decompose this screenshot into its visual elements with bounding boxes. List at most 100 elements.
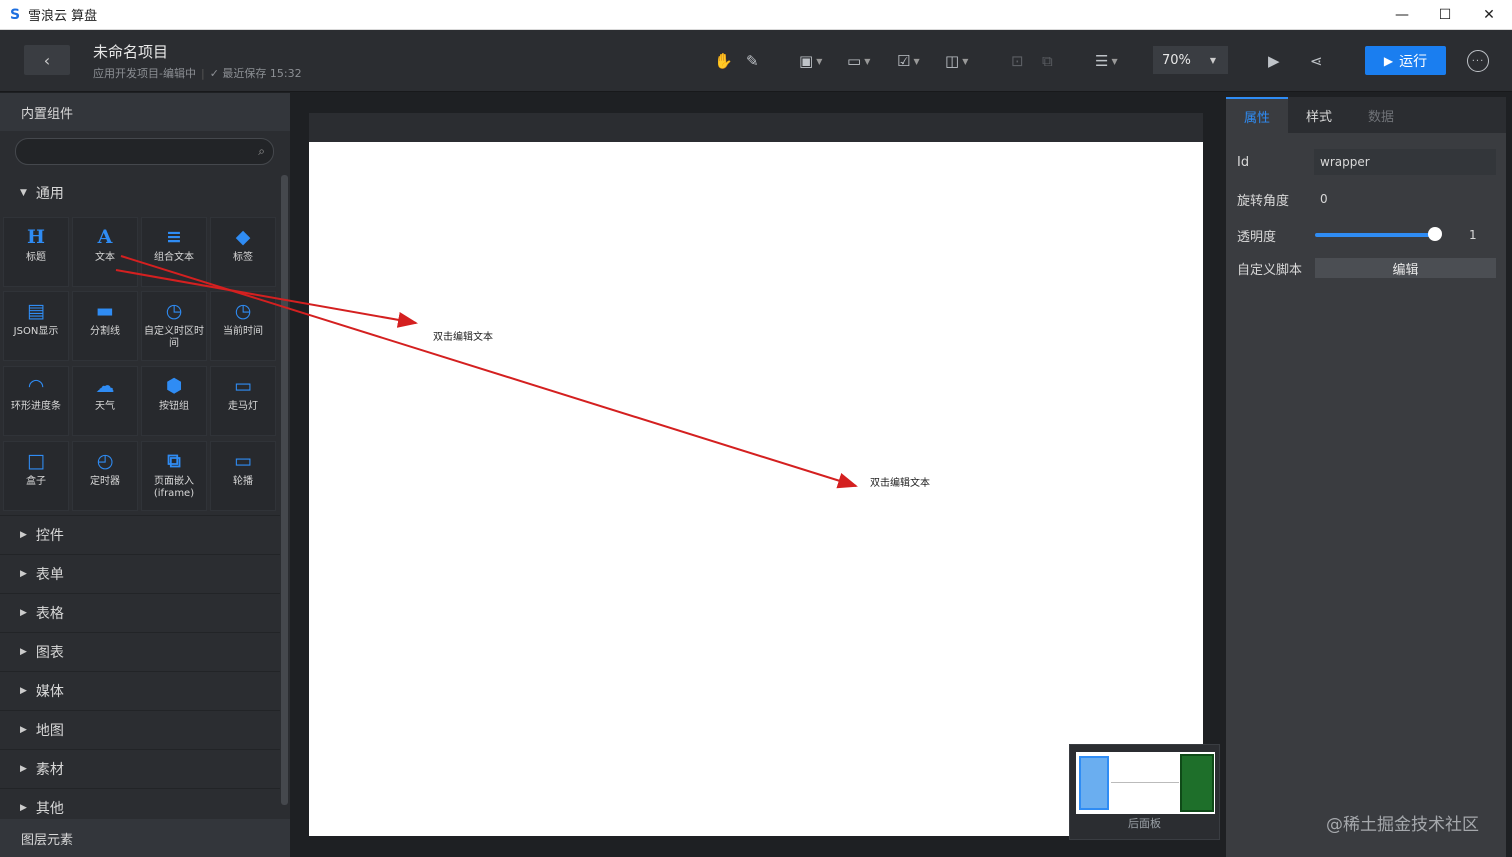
component-current-time[interactable]: ◷ 当前时间 [210, 291, 276, 361]
caret-right-icon: ▶ [20, 764, 27, 774]
prop-custom-script: 自定义脚本 编辑 [1226, 253, 1506, 283]
run-button[interactable]: ▶ 运行 [1365, 46, 1446, 75]
component-iframe[interactable]: ⧉ 页面嵌入(iframe) [141, 441, 207, 511]
project-name[interactable]: 未命名项目 [93, 41, 168, 62]
component-text[interactable]: A 文本 [72, 217, 138, 287]
category-label: 通用 [35, 186, 64, 202]
caret-down-icon: ▼ [1111, 56, 1118, 66]
project-status: 应用开发项目-编辑中 | ✓ 最近保存 15:32 [93, 67, 302, 80]
component-label: 组合文本 [154, 252, 194, 263]
category-form[interactable]: ▶ 表单 [0, 554, 280, 593]
more-options-icon[interactable]: ··· [1467, 50, 1489, 72]
component-carousel[interactable]: ▭ 轮播 [210, 441, 276, 511]
prop-rotation-label: 旋转角度 [1237, 193, 1290, 209]
component-label: 标题 [26, 252, 46, 263]
layout-tool-dropdown[interactable]: ◫ ▼ [945, 49, 968, 73]
hand-tool-button[interactable]: ✋ [714, 49, 733, 73]
caret-right-icon: ▶ [20, 647, 27, 657]
minimize-button[interactable]: — [1380, 0, 1424, 30]
component-button-group[interactable]: ⬢ 按钮组 [141, 366, 207, 436]
save-status: 最近保存 15:32 [222, 67, 302, 80]
component-weather[interactable]: ☁ 天气 [72, 366, 138, 436]
input-tool-dropdown[interactable]: ▭ ▼ [847, 49, 870, 73]
component-search-input[interactable] [16, 139, 241, 164]
panel-icon: ◫ [945, 52, 960, 70]
maximize-button[interactable]: ☐ [1423, 0, 1467, 30]
share-button[interactable]: ⋖ [1310, 49, 1323, 73]
clock-icon: ◷ [234, 300, 252, 322]
prop-id-input[interactable]: wrapper [1314, 149, 1496, 175]
caret-right-icon: ▶ [20, 569, 27, 579]
prop-id-label: Id [1237, 154, 1250, 170]
chevron-left-icon: ‹ [43, 50, 51, 70]
component-panel-scrollbar[interactable] [281, 175, 288, 805]
align-dropdown[interactable]: ☰ ▼ [1095, 49, 1118, 73]
component-timezone-time[interactable]: ◷ 自定义时区时间 [141, 291, 207, 361]
edit-script-button[interactable]: 编辑 [1315, 258, 1496, 278]
component-marquee[interactable]: ▭ 走马灯 [210, 366, 276, 436]
category-map[interactable]: ▶ 地图 [0, 710, 280, 749]
editor-stage: 双击编辑文本 双击编辑文本 后面板 [290, 93, 1222, 857]
play-icon: ▶ [1268, 52, 1280, 70]
zoom-value: 70% [1162, 52, 1191, 68]
component-panel-title: 内置组件 [0, 93, 290, 131]
component-title[interactable]: H 标题 [3, 217, 69, 287]
category-controls[interactable]: ▶ 控件 [0, 515, 280, 554]
component-panel: 内置组件 ⌕ ▼ 通用 H 标题 A 文本 ≡ 组合文本 ◆ 标签 ▤ JSON… [0, 93, 290, 857]
tab-style[interactable]: 样式 [1288, 97, 1350, 133]
close-button[interactable]: ✕ [1467, 0, 1511, 30]
component-label: 走马灯 [228, 401, 258, 412]
canvas-ruler [309, 113, 1203, 142]
category-general[interactable]: ▼ 通用 [0, 174, 280, 212]
text-tool-dropdown[interactable]: ▣ ▼ [799, 49, 822, 73]
iframe-icon: ⧉ [167, 450, 181, 472]
opacity-slider-handle[interactable] [1428, 227, 1442, 241]
group-button[interactable]: ⊡ [1011, 49, 1024, 73]
category-chart[interactable]: ▶ 图表 [0, 632, 280, 671]
layer-panel-title[interactable]: 图层元素 [0, 819, 290, 857]
tab-attributes[interactable]: 属性 [1226, 97, 1288, 133]
component-divider[interactable]: ▬ 分割线 [72, 291, 138, 361]
category-assets[interactable]: ▶ 素材 [0, 749, 280, 788]
zoom-select[interactable]: 70% ▼ [1153, 46, 1228, 74]
tab-data[interactable]: 数据 [1350, 97, 1412, 133]
prop-opacity: 透明度 1 [1226, 220, 1506, 250]
opacity-slider-track[interactable] [1315, 233, 1435, 237]
property-tabs: 属性 样式 数据 [1226, 97, 1506, 133]
component-label: 定时器 [90, 476, 120, 487]
canvas-text-2[interactable]: 双击编辑文本 [870, 474, 930, 489]
ungroup-button[interactable]: ⧉ [1042, 49, 1053, 73]
component-ring-progress[interactable]: ◠ 环形进度条 [3, 366, 69, 436]
component-json[interactable]: ▤ JSON显示 [3, 291, 69, 361]
text-box-icon: ▣ [799, 52, 814, 70]
gauge-icon: ◠ [28, 375, 44, 397]
canvas-text-1[interactable]: 双击编辑文本 [433, 328, 493, 343]
prop-rotation-input[interactable]: 0 [1314, 186, 1496, 212]
window-titlebar: S 雪浪云 算盘 — ☐ ✕ [0, 0, 1512, 30]
component-box[interactable]: □ 盒子 [3, 441, 69, 511]
minimap-viewport [1076, 752, 1215, 814]
carousel-icon: ▭ [234, 450, 252, 472]
component-search[interactable]: ⌕ [15, 138, 274, 165]
hand-icon: ✋ [714, 52, 733, 70]
lines-icon: ≡ [166, 226, 182, 248]
design-canvas[interactable]: 双击编辑文本 双击编辑文本 [309, 142, 1203, 836]
back-button[interactable]: ‹ [24, 45, 70, 75]
category-label: 图表 [35, 645, 64, 661]
category-table[interactable]: ▶ 表格 [0, 593, 280, 632]
category-media[interactable]: ▶ 媒体 [0, 671, 280, 710]
checkbox-tool-dropdown[interactable]: ☑ ▼ [897, 49, 920, 73]
preview-button[interactable]: ▶ [1268, 49, 1280, 73]
component-timer[interactable]: ◴ 定时器 [72, 441, 138, 511]
edit-tool-button[interactable]: ✎ [746, 49, 759, 73]
caret-down-icon: ▼ [1209, 55, 1216, 65]
category-label: 地图 [35, 723, 64, 739]
prop-id: Id wrapper [1226, 147, 1506, 177]
component-compound-text[interactable]: ≡ 组合文本 [141, 217, 207, 287]
caret-down-icon: ▼ [962, 56, 969, 66]
heading-icon: H [27, 226, 45, 248]
component-tag[interactable]: ◆ 标签 [210, 217, 276, 287]
caret-down-icon: ▼ [816, 56, 823, 66]
minimap[interactable]: 后面板 [1069, 744, 1220, 840]
pencil-icon: ✎ [746, 52, 759, 70]
